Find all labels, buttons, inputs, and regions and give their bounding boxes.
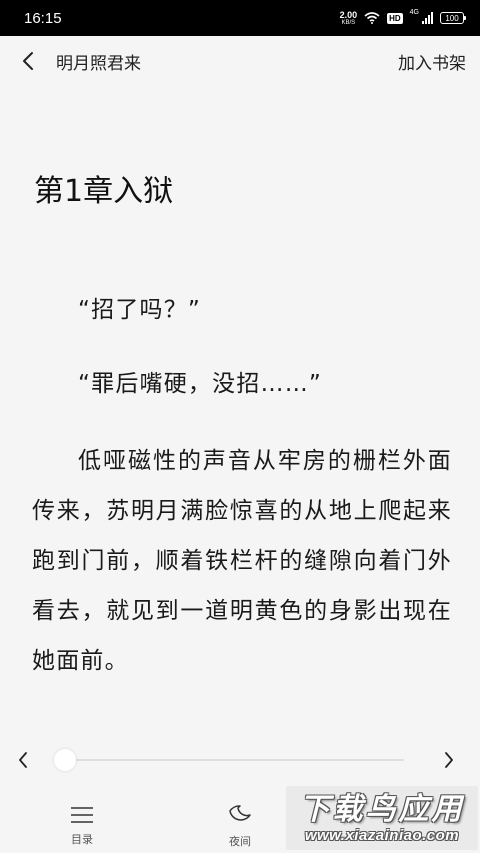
- chapter-progress-row: [0, 738, 480, 782]
- battery-icon: 100: [440, 12, 466, 24]
- add-to-shelf-button[interactable]: 加入书架: [398, 49, 466, 74]
- watermark-title: 下载鸟应用: [299, 791, 465, 827]
- catalog-label: 目录: [71, 833, 93, 846]
- chapter-title: 第1章入狱: [34, 174, 174, 209]
- network-speed: 2.00 KB/S: [339, 9, 358, 26]
- back-button[interactable]: [18, 50, 38, 72]
- night-mode-label: 夜间: [229, 835, 251, 848]
- book-title: 明月照君来: [56, 53, 141, 74]
- paragraph: 低哑磁性的声音从牢房的栅栏外面传来，苏明月满脸惊喜的从地上爬起来跑到门前，顺着铁…: [32, 448, 452, 674]
- chapter-content: “招了吗？” “罪后嘴硬，没招……” 低哑磁性的声音从牢房的栅栏外面传来，苏明月…: [32, 288, 452, 716]
- menu-icon: [71, 807, 93, 823]
- chevron-left-icon: [23, 52, 33, 70]
- progress-slider[interactable]: [54, 749, 404, 771]
- network-speed-value: 2.00: [339, 9, 358, 20]
- progress-slider-thumb[interactable]: [54, 749, 76, 771]
- network-type: 4G: [409, 8, 419, 16]
- top-bar-left: 明月照君来: [18, 49, 141, 74]
- battery-level: 100: [445, 13, 459, 23]
- paragraph: “招了吗？”: [78, 297, 202, 323]
- watermark-url: www.xiazainiao.com: [304, 826, 460, 844]
- moon-icon: [229, 805, 251, 821]
- status-time: 16:15: [24, 9, 62, 27]
- wifi-icon: [364, 9, 380, 28]
- site-watermark: 下载鸟应用 www.xiazainiao.com: [286, 786, 478, 850]
- status-bar: 16:15 2.00 KB/S HD 4G 100: [0, 0, 480, 36]
- prev-chapter-button[interactable]: [0, 738, 46, 782]
- next-chapter-button[interactable]: [426, 738, 472, 782]
- paragraph: “罪后嘴硬，没招……”: [78, 371, 323, 397]
- chevron-left-icon: [19, 752, 27, 768]
- status-indicators: 2.00 KB/S HD 4G 100: [339, 8, 466, 28]
- chevron-right-icon: [445, 752, 453, 768]
- reader-top-bar: 明月照君来 加入书架: [0, 36, 480, 86]
- network-speed-unit: KB/S: [341, 19, 356, 26]
- hd-badge: HD: [387, 12, 403, 24]
- night-mode-button[interactable]: 夜间: [218, 795, 262, 853]
- catalog-button[interactable]: 目录: [60, 795, 104, 853]
- signal-icon: [422, 12, 433, 24]
